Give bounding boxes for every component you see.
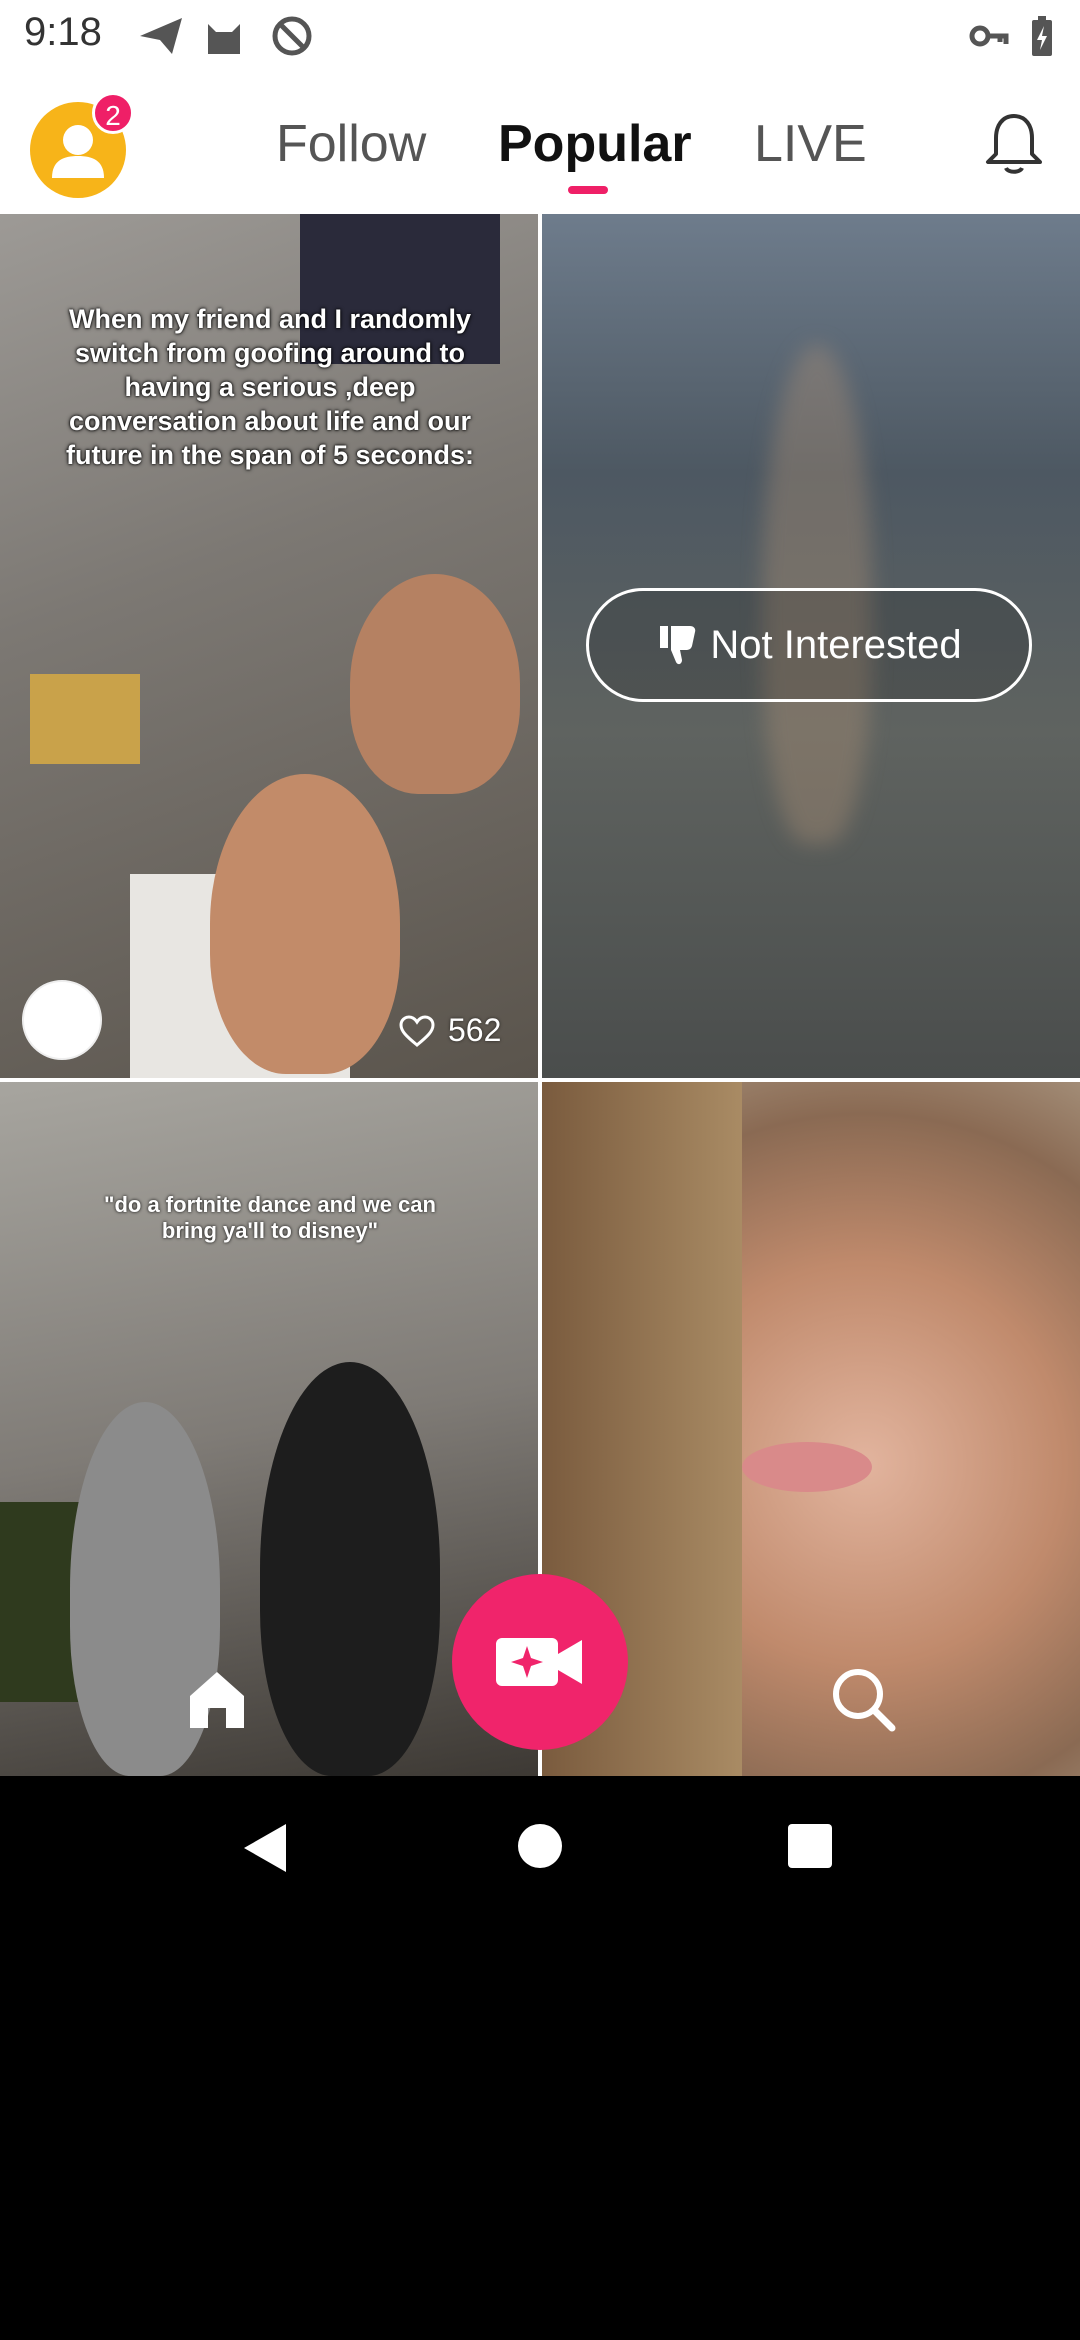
not-interested-button[interactable]: Not Interested	[586, 588, 1032, 702]
cat-icon	[208, 24, 240, 54]
home-icon[interactable]	[184, 1666, 250, 1732]
create-video-button[interactable]	[452, 1574, 628, 1750]
video-feed-grid: When my friend and I randomly switch fro…	[0, 214, 1080, 1776]
back-icon[interactable]	[240, 1822, 290, 1874]
like-count-value: 562	[448, 1012, 502, 1048]
wall-sign	[30, 674, 140, 764]
send-icon	[140, 18, 182, 54]
tab-popular[interactable]: Popular	[498, 114, 692, 174]
like-count: 562	[398, 1012, 501, 1049]
person-figure	[350, 574, 520, 794]
tab-follow[interactable]: Follow	[276, 114, 426, 174]
status-time: 9:18	[24, 10, 102, 54]
no-sync-icon	[272, 16, 312, 56]
feed-video-card[interactable]: When my friend and I randomly switch fro…	[0, 214, 538, 1078]
vpn-key-icon	[969, 25, 1009, 47]
smile	[742, 1442, 872, 1492]
home-circle-icon[interactable]	[516, 1822, 564, 1870]
thumbs-down-icon	[660, 626, 696, 665]
feed-video-card-blurred[interactable]: Not Interested	[542, 214, 1080, 1078]
person-knee	[210, 774, 400, 1074]
video-caption: "do a fortnite dance and we can bring ya…	[104, 1192, 436, 1243]
battery-charging-icon	[1032, 16, 1052, 56]
creator-avatar[interactable]	[22, 980, 102, 1060]
top-header: 2 Follow Popular LIVE	[0, 72, 1080, 214]
not-interested-label: Not Interested	[710, 622, 962, 667]
create-video-icon	[496, 1638, 582, 1686]
active-tab-indicator	[568, 186, 608, 194]
bell-icon[interactable]	[982, 110, 1046, 176]
recents-icon[interactable]	[786, 1822, 834, 1870]
person-figure	[260, 1362, 440, 1776]
heart-icon	[399, 1014, 435, 1047]
status-bar: 9:18	[0, 0, 1080, 72]
notification-badge: 2	[92, 92, 134, 134]
video-caption: When my friend and I randomly switch fro…	[65, 304, 475, 470]
tab-live[interactable]: LIVE	[754, 114, 867, 174]
system-navigation-bar	[0, 1776, 1080, 1920]
search-icon[interactable]	[828, 1664, 898, 1734]
